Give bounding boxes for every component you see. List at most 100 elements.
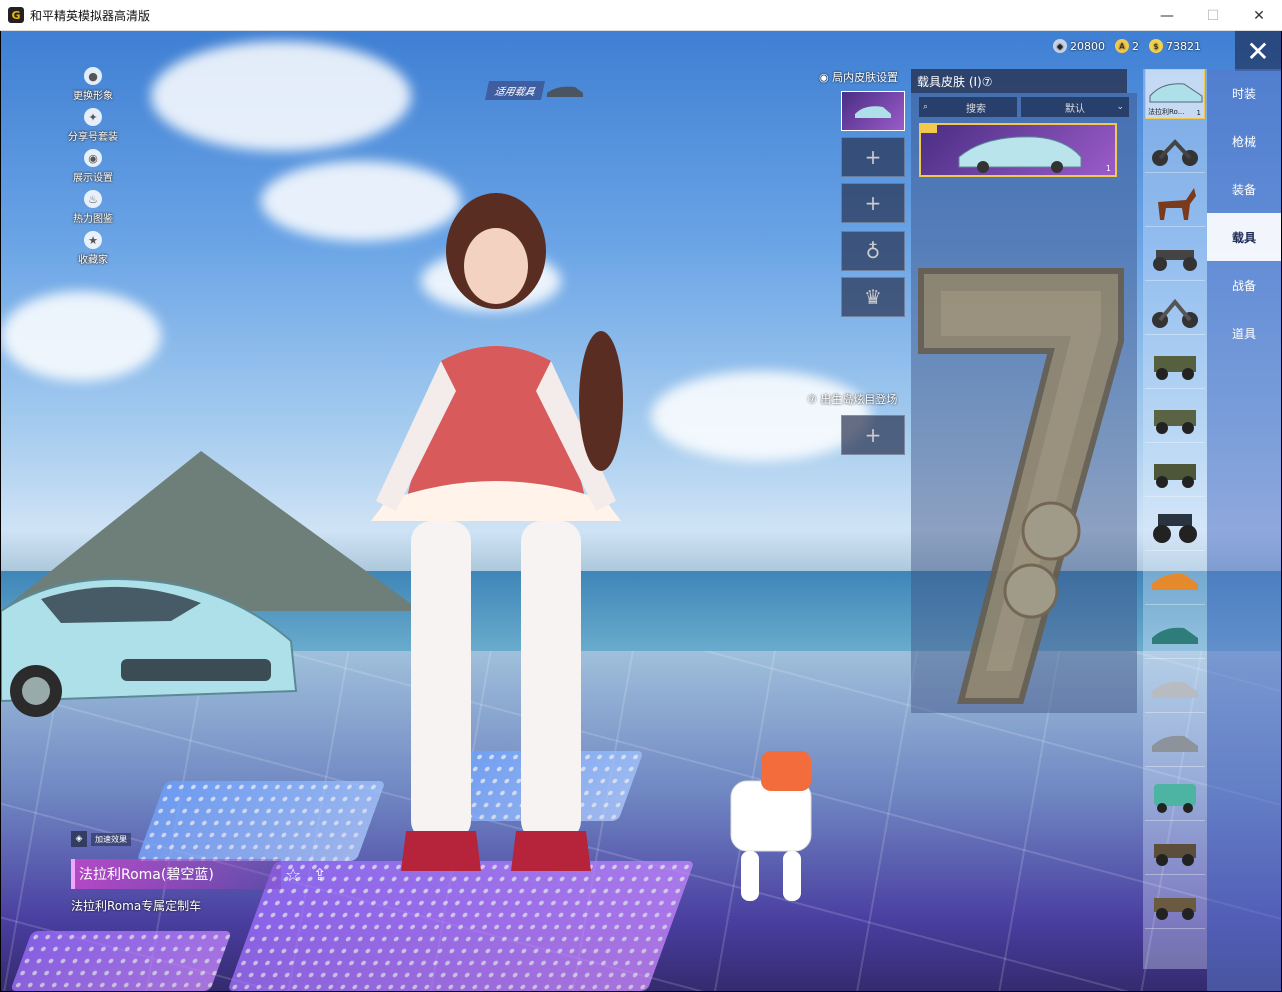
vehicle-item-pickup-2[interactable] <box>1145 879 1205 929</box>
maximize-button[interactable]: ☐ <box>1190 0 1236 31</box>
car-icon <box>1152 627 1198 644</box>
silver-coin-icon: ◆ <box>1053 39 1067 53</box>
window-titlebar: G 和平精英模拟器高清版 — ☐ ✕ <box>0 0 1282 31</box>
display-settings-button[interactable]: ◉ 展示设置 <box>61 149 125 184</box>
speed-icon: ◈ <box>71 831 87 847</box>
currency-value: 20800 <box>1070 39 1105 53</box>
vehicle-item-sedan-silver[interactable] <box>1145 663 1205 713</box>
skin-car-image <box>958 136 1082 173</box>
pickup-icon <box>1154 844 1196 866</box>
skin-card-ferrari-roma[interactable]: 1 <box>919 123 1117 177</box>
vehicle-name-banner: 法拉利Roma(碧空蓝) <box>71 859 281 889</box>
vehicle-item-name: 法拉利Ro... <box>1148 108 1185 116</box>
ingame-skin-slot-2[interactable]: + <box>841 137 905 177</box>
vehicle-list: 法拉利Ro... 1 <box>1143 69 1207 969</box>
applicable-vehicle-tag: 适用载具 <box>484 81 585 100</box>
minimize-button[interactable]: — <box>1144 0 1190 31</box>
gold-coin-icon: $ <box>1149 39 1163 53</box>
skin-sort-select[interactable]: 默认 ⌄ <box>1021 97 1129 117</box>
cloud <box>151 41 411 151</box>
ingame-skin-settings-label: ◉ 局内皮肤设置 <box>819 71 899 84</box>
change-appearance-button[interactable]: ● 更换形象 <box>61 67 125 102</box>
skin-count: 1 <box>1105 164 1111 173</box>
close-panel-button[interactable]: ✕ <box>1235 31 1281 71</box>
currency-token: A 2 <box>1115 39 1139 53</box>
car-icon <box>1152 573 1198 590</box>
speed-boost-badge: ◈ 加速效果 <box>71 831 131 847</box>
favorite-star-icon[interactable]: ☆ <box>285 865 301 886</box>
person-icon: ● <box>84 67 102 85</box>
car-icon <box>1149 83 1203 103</box>
window-close-button[interactable]: ✕ <box>1236 0 1282 31</box>
vehicle-item-monster-truck[interactable] <box>1145 501 1205 551</box>
buggy-icon <box>1153 250 1197 271</box>
spawn-island-entrance-label: ⑦ 出生岛炫目登场 <box>807 393 898 406</box>
token-icon: A <box>1115 39 1129 53</box>
ingame-skin-slot-3[interactable]: + <box>841 183 905 223</box>
vehicle-item-sedan-grey[interactable] <box>1145 717 1205 767</box>
vehicle-skin-title: 载具皮肤 (I)⑦ <box>911 69 1127 93</box>
pickup-icon <box>1154 898 1196 920</box>
van-icon <box>1154 784 1196 813</box>
tab-equipment[interactable]: 装备 <box>1207 165 1281 213</box>
vehicle-item-van[interactable] <box>1145 771 1205 821</box>
cloud <box>1 291 161 381</box>
search-icon: ⌕ <box>923 102 929 112</box>
vehicle-item-jeep-3[interactable] <box>1145 447 1205 497</box>
vehicle-item-horse[interactable] <box>1145 177 1205 227</box>
eye-icon: ◉ <box>84 149 102 167</box>
ferrari-roma-car <box>1 578 298 717</box>
chevron-down-icon: ⌄ <box>1116 102 1124 112</box>
rarity-tag <box>921 125 937 133</box>
share-outfit-button[interactable]: ✦ 分享号套装 <box>61 108 125 143</box>
vehicle-thumbnail-icon <box>547 86 583 97</box>
ingame-skin-slot-crown[interactable]: ♛ <box>841 277 905 317</box>
jeep-icon <box>1154 410 1196 434</box>
ingame-skin-slot-1[interactable] <box>841 91 905 131</box>
menu-label: 分享号套装 <box>68 132 118 143</box>
companion-pet <box>730 751 812 901</box>
motorcycle-icon <box>1152 298 1198 328</box>
tab-weapons[interactable]: 枪械 <box>1207 117 1281 165</box>
collector-button[interactable]: ★ 收藏家 <box>61 231 125 266</box>
jeep-icon <box>1154 464 1196 488</box>
share-icon[interactable]: ⇪ <box>313 865 326 884</box>
currency-silver: ◆ 20800 <box>1053 39 1105 53</box>
vehicle-item-sports-car-teal[interactable] <box>1145 609 1205 659</box>
ingame-skin-slot-locked[interactable]: ♁ <box>841 231 905 271</box>
heat-catalog-button[interactable]: ♨ 热力图鉴 <box>61 190 125 225</box>
game-viewport[interactable]: ● 更换形象 ✦ 分享号套装 ◉ 展示设置 ♨ 热力图鉴 ★ 收藏家 适用载具 … <box>1 31 1281 991</box>
skin-search-input[interactable]: ⌕ 搜索 <box>919 97 1017 117</box>
vehicle-item-jeep-1[interactable] <box>1145 339 1205 389</box>
vehicle-skin-panel: ⌕ 搜索 默认 ⌄ 1 <box>911 93 1137 713</box>
search-placeholder: 搜索 <box>966 103 986 115</box>
spawn-entrance-slot[interactable]: + <box>841 415 905 455</box>
motorcycle-icon <box>1152 139 1198 166</box>
floor-tile <box>10 931 232 991</box>
tab-fashion[interactable]: 时装 <box>1207 69 1281 117</box>
tab-vehicles[interactable]: 载具 <box>1207 213 1281 261</box>
menu-label: 展示设置 <box>73 173 113 184</box>
tab-battle-gear[interactable]: 战备 <box>1207 261 1281 309</box>
collector-icon: ★ <box>84 231 102 249</box>
vehicle-item-motorcycle-2[interactable] <box>1145 285 1205 335</box>
vehicle-item-ferrari-roma[interactable]: 法拉利Ro... 1 <box>1145 69 1205 119</box>
horse-icon <box>1158 188 1196 220</box>
share-icon: ✦ <box>84 108 102 126</box>
currency-value: 73821 <box>1166 39 1201 53</box>
window-controls: — ☐ ✕ <box>1144 0 1282 31</box>
vehicle-item-pickup-1[interactable] <box>1145 825 1205 875</box>
menu-label: 收藏家 <box>78 255 108 266</box>
player-character <box>371 193 623 871</box>
car-icon <box>1152 735 1198 752</box>
vehicle-item-count: 1 <box>1196 109 1201 117</box>
tab-items[interactable]: 道具 <box>1207 309 1281 357</box>
vehicle-item-jeep-2[interactable] <box>1145 393 1205 443</box>
cloud <box>651 371 871 461</box>
menu-label: 更换形象 <box>73 91 113 102</box>
vehicle-item-buggy[interactable] <box>1145 231 1205 281</box>
left-menu: ● 更换形象 ✦ 分享号套装 ◉ 展示设置 ♨ 热力图鉴 ★ 收藏家 <box>61 67 125 272</box>
vehicle-item-motorcycle[interactable] <box>1145 123 1205 173</box>
car-icon <box>1152 681 1198 698</box>
vehicle-item-sports-car-orange[interactable] <box>1145 555 1205 605</box>
